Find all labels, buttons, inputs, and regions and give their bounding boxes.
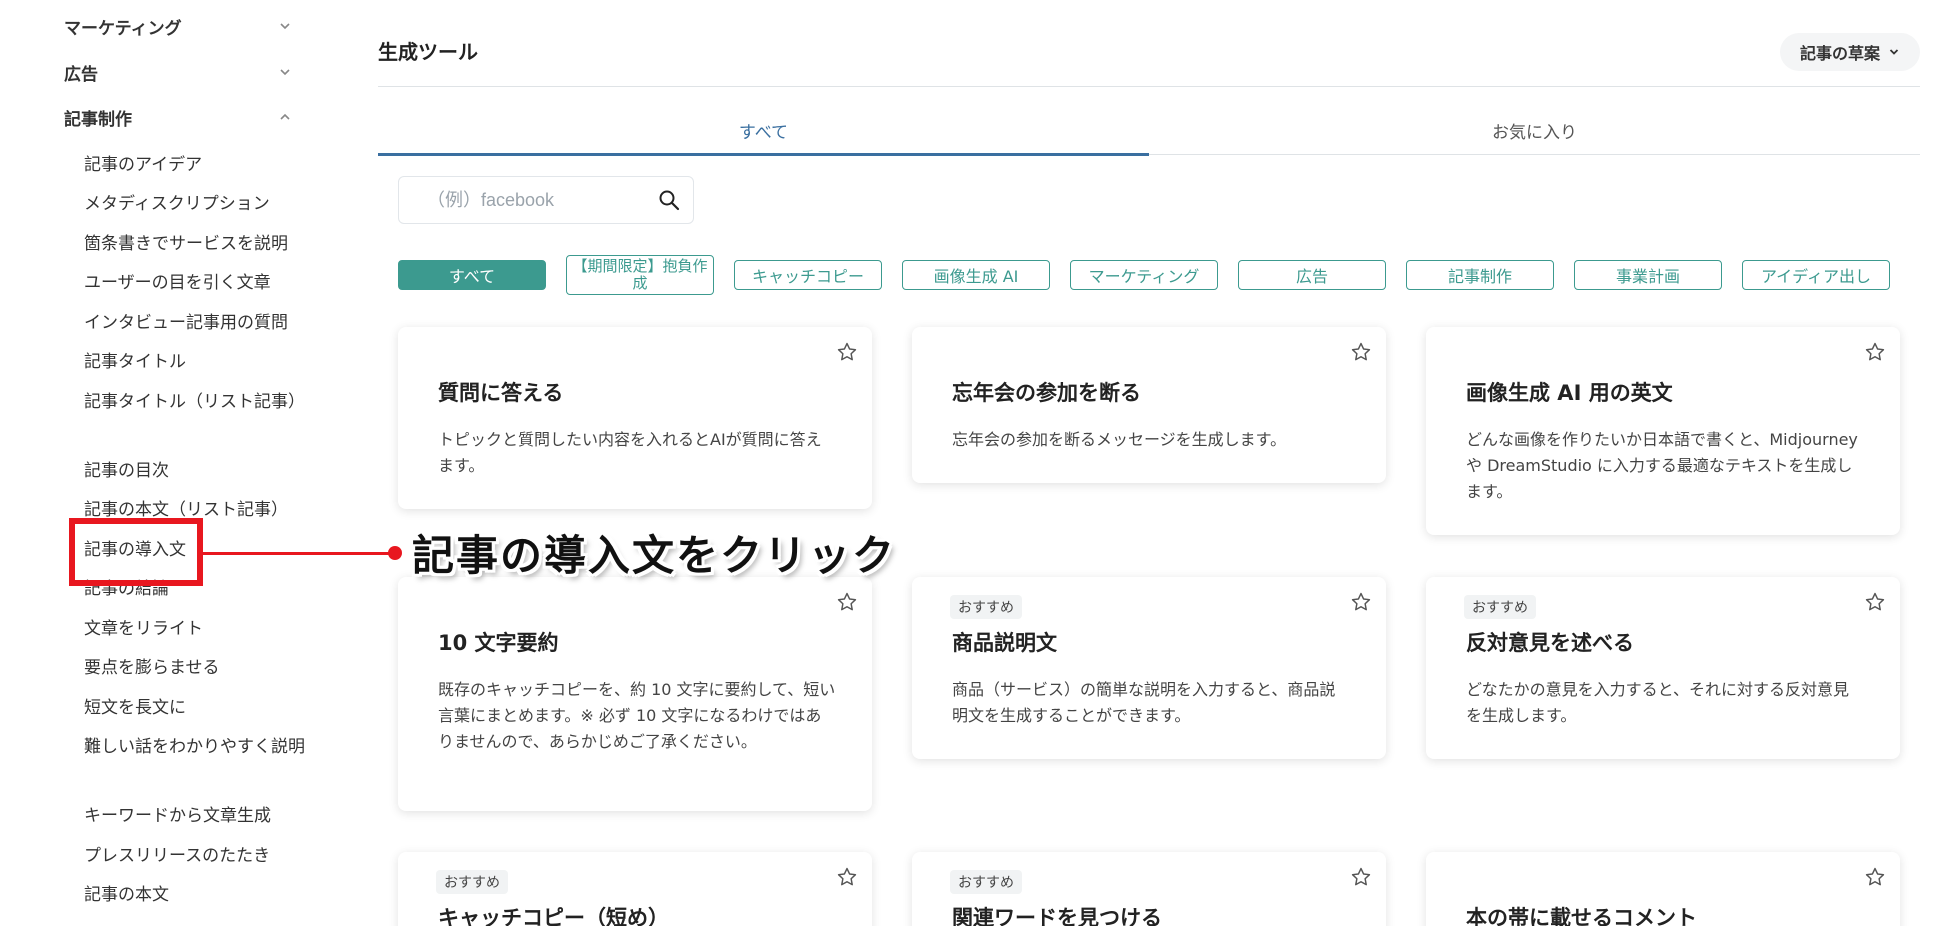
search-icon[interactable] (657, 187, 681, 213)
page-title: 生成ツール (378, 40, 478, 64)
chip-article[interactable]: 記事制作 (1406, 260, 1554, 290)
tab-favorites[interactable]: お気に入り (1149, 118, 1920, 156)
tool-card[interactable]: 画像生成 AI 用の英文 どんな画像を作りたいか日本語で書くと、Midjourn… (1426, 327, 1900, 535)
card-description: トピックと質問したい内容を入れるとAIが質問に答えます。 (438, 430, 822, 475)
sidebar-item[interactable]: メタディスクリプション (84, 190, 306, 219)
sidebar-item[interactable]: 文章をリライト (84, 615, 306, 644)
sidebar-category-label: 記事制作 (64, 109, 132, 130)
recommended-badge: おすすめ (950, 595, 1022, 619)
sidebar-item[interactable]: 箇条書きでサービスを説明 (84, 230, 306, 259)
star-icon[interactable] (1348, 339, 1374, 365)
tab-all[interactable]: すべて (378, 118, 1149, 156)
card-description: 忘年会の参加を断るメッセージを生成します。 (952, 430, 1287, 449)
tool-card[interactable]: 質問に答える トピックと質問したい内容を入れるとAIが質問に答えます。 (398, 327, 872, 509)
search-box (398, 176, 694, 224)
star-icon[interactable] (834, 339, 860, 365)
card-description: どなたかの意見を入力すると、それに対する反対意見を生成します。 (1466, 680, 1850, 725)
chip-label: 【期間限定】抱負作成 (572, 257, 708, 292)
card-title: 本の帯に載せるコメント (1466, 906, 1697, 926)
annotation-callout-line (203, 552, 393, 555)
star-icon[interactable] (1862, 339, 1888, 365)
draft-dropdown-button[interactable]: 記事の草案 (1779, 33, 1920, 71)
recommended-badge: おすすめ (436, 870, 508, 894)
chip-ads[interactable]: 広告 (1238, 260, 1386, 290)
tool-card[interactable]: 本の帯に載せるコメント (1426, 852, 1900, 926)
page: マーケティング 広告 記事制作 記事のアイデア メタディスクリプション 箇条書き… (0, 0, 1948, 926)
sidebar-item[interactable]: ユーザーの目を引く文章 (84, 269, 306, 298)
chip-limited-resolution[interactable]: 【期間限定】抱負作成 (566, 255, 714, 295)
chip-image-ai[interactable]: 画像生成 AI (902, 260, 1050, 290)
sidebar: マーケティング 広告 記事制作 記事のアイデア メタディスクリプション 箇条書き… (0, 0, 320, 926)
card-description: 既存のキャッチコピーを、約 10 文字に要約して、短い言葉にまとめます。※ 必ず… (438, 680, 836, 751)
search-input[interactable] (427, 189, 657, 211)
card-title: 質問に答える (438, 381, 564, 405)
tab-bar: すべて お気に入り (378, 118, 1920, 156)
sidebar-category-label: マーケティング (64, 18, 182, 39)
tab-active-indicator (378, 153, 1149, 156)
sidebar-item[interactable]: 記事の本文 (84, 881, 306, 910)
card-title: 商品説明文 (952, 631, 1057, 655)
tool-card[interactable]: おすすめ キャッチコピー（短め） (398, 852, 872, 926)
card-title: 忘年会の参加を断る (952, 381, 1141, 405)
chevron-down-icon (274, 61, 296, 83)
card-description: どんな画像を作りたいか日本語で書くと、Midjourney や DreamStu… (1466, 430, 1858, 501)
chevron-down-icon (274, 15, 296, 37)
sidebar-item[interactable]: 短文を長文に (84, 694, 306, 723)
star-icon[interactable] (834, 864, 860, 890)
main-content: 生成ツール 記事の草案 すべて お気に入り すべて 【期間限定】抱負作成 キャッ… (378, 0, 1920, 926)
sidebar-category-ads[interactable]: 広告 (64, 57, 296, 87)
card-title: 10 文字要約 (438, 631, 559, 655)
chip-all[interactable]: すべて (398, 260, 546, 290)
tool-card[interactable]: おすすめ 商品説明文 商品（サービス）の簡単な説明を入力すると、商品説明文を生成… (912, 577, 1386, 759)
chip-business-plan[interactable]: 事業計画 (1574, 260, 1722, 290)
tool-card[interactable]: おすすめ 反対意見を述べる どなたかの意見を入力すると、それに対する反対意見を生… (1426, 577, 1900, 759)
star-icon[interactable] (1862, 589, 1888, 615)
card-title: 関連ワードを見つける (952, 906, 1162, 926)
card-title: キャッチコピー（短め） (438, 906, 669, 926)
sidebar-item[interactable]: 要点を膨らませる (84, 654, 306, 683)
sidebar-category-label: 広告 (64, 64, 98, 85)
chip-marketing[interactable]: マーケティング (1070, 260, 1218, 290)
recommended-badge: おすすめ (950, 870, 1022, 894)
sidebar-item[interactable]: インタビュー記事用の質問 (84, 309, 306, 338)
sidebar-item[interactable]: キーワードから文章生成 (84, 802, 306, 831)
chevron-down-icon (1888, 43, 1900, 62)
tool-card[interactable]: 10 文字要約 既存のキャッチコピーを、約 10 文字に要約して、短い言葉にまと… (398, 577, 872, 811)
card-description: 商品（サービス）の簡単な説明を入力すると、商品説明文を生成することができます。 (952, 680, 1336, 725)
sidebar-item[interactable]: 記事のアイデア (84, 151, 306, 180)
sidebar-category-marketing[interactable]: マーケティング (64, 11, 296, 41)
tool-card[interactable]: おすすめ 関連ワードを見つける (912, 852, 1386, 926)
header-divider (378, 86, 1920, 87)
chip-catchcopy[interactable]: キャッチコピー (734, 260, 882, 290)
star-icon[interactable] (1348, 864, 1374, 890)
draft-dropdown-label: 記事の草案 (1799, 44, 1880, 63)
sidebar-item[interactable]: 記事タイトル（リスト記事） (84, 388, 306, 417)
tool-card[interactable]: 忘年会の参加を断る 忘年会の参加を断るメッセージを生成します。 (912, 327, 1386, 483)
chip-ideas[interactable]: アイディア出し (1742, 260, 1890, 290)
annotation-callout-dot (388, 546, 402, 560)
card-title: 反対意見を述べる (1466, 631, 1634, 655)
annotation-highlight-box (69, 518, 203, 586)
sidebar-item[interactable]: 記事の目次 (84, 457, 306, 486)
sidebar-category-article[interactable]: 記事制作 (64, 102, 296, 132)
card-title: 画像生成 AI 用の英文 (1466, 381, 1673, 405)
star-icon[interactable] (1862, 864, 1888, 890)
star-icon[interactable] (834, 589, 860, 615)
sidebar-item[interactable]: 記事タイトル (84, 348, 306, 377)
star-icon[interactable] (1348, 589, 1374, 615)
annotation-text: 記事の導入文をクリック (412, 531, 897, 580)
sidebar-item[interactable]: プレスリリースのたたき (84, 842, 306, 871)
chevron-up-icon (274, 106, 296, 128)
recommended-badge: おすすめ (1464, 595, 1536, 619)
sidebar-item[interactable]: 難しい話をわかりやすく説明 (84, 733, 306, 762)
